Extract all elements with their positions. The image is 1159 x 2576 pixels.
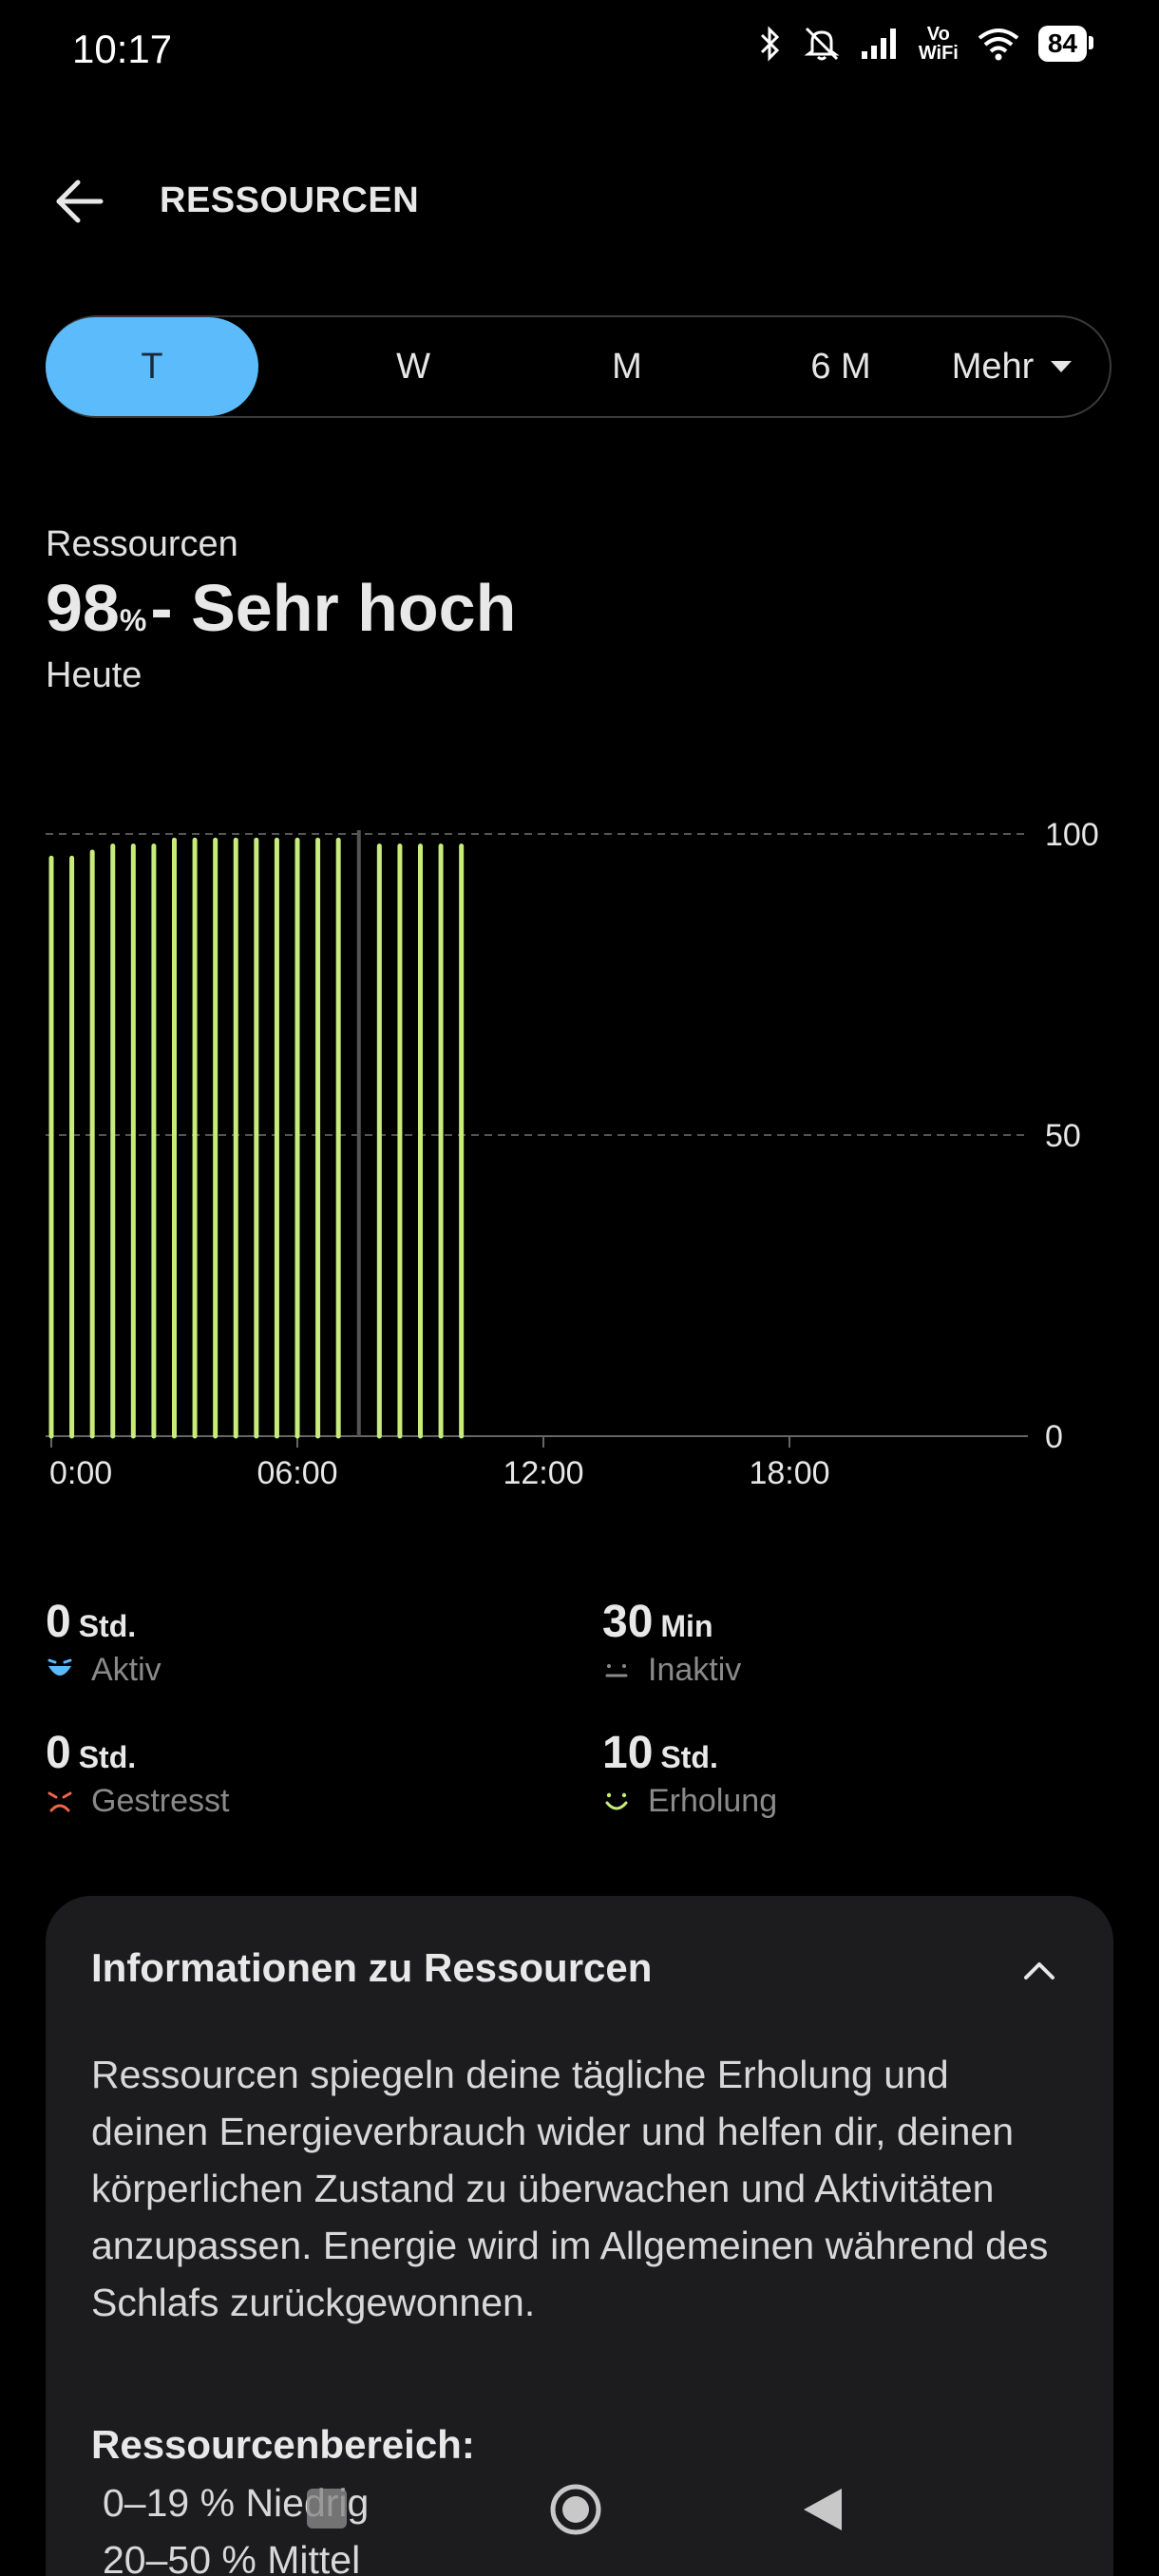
resources-screen: 10:17 Vo WiFi 84 RESSOURCEN T W M 6 M Me… xyxy=(0,0,1159,2576)
period-selector: T W M 6 M Mehr xyxy=(46,315,1112,418)
info-card: Informationen zu Ressourcen Ressourcen s… xyxy=(46,1896,1113,2576)
chevron-up-icon[interactable] xyxy=(1018,1949,1060,1991)
caret-down-icon xyxy=(1051,361,1073,372)
tab-week[interactable]: W xyxy=(304,317,522,416)
x-tick-label: 0:00 xyxy=(49,1455,112,1491)
bluetooth-icon xyxy=(760,26,779,62)
stressed-face-icon xyxy=(48,1791,72,1811)
range-medium: 20–50 % Mittel xyxy=(103,2538,361,2576)
stat-inactive-value: 30 Min xyxy=(602,1597,713,1647)
inactive-face-icon xyxy=(605,1663,628,1676)
tab-day[interactable]: T xyxy=(46,317,258,416)
battery-icon: 84 xyxy=(1037,26,1094,62)
status-bar: 10:17 Vo WiFi 84 xyxy=(0,0,1159,104)
stat-inactive-label: Inaktiv xyxy=(648,1652,742,1688)
stat-stressed-value: 0 Std. xyxy=(46,1728,137,1778)
home-icon[interactable] xyxy=(549,2483,602,2536)
x-tick-label: 12:00 xyxy=(503,1455,583,1491)
summary-label: Ressourcen xyxy=(46,524,238,564)
tab-month[interactable]: M xyxy=(518,317,736,416)
stat-active-label: Aktiv xyxy=(91,1652,162,1688)
resources-chart: 100 50 0 0:00 06:00 12:00 18:00 xyxy=(46,817,1099,1491)
summary-unit: % xyxy=(119,603,147,637)
stat-recovery-label: Erholung xyxy=(648,1783,778,1819)
x-tick-label: 18:00 xyxy=(749,1455,829,1491)
stat-active: 0 Std. Aktiv xyxy=(46,1596,162,1689)
stat-active-value: 0 Std. xyxy=(46,1597,137,1647)
y-tick-label: 100 xyxy=(1045,817,1099,853)
tab-more-label: Mehr xyxy=(951,347,1035,387)
back-button[interactable] xyxy=(49,171,110,232)
stat-recovery: 10 Std. Erholung xyxy=(602,1727,777,1820)
muted-bell-icon xyxy=(804,27,840,61)
y-tick-label: 50 xyxy=(1045,1118,1081,1154)
wifi-icon xyxy=(978,28,1019,61)
summary-date: Heute xyxy=(46,655,142,695)
y-tick-label: 0 xyxy=(1045,1419,1063,1455)
summary-value: 98 % - Sehr hoch xyxy=(46,570,516,646)
vowifi-icon: Vo WiFi xyxy=(918,24,959,64)
tab-more[interactable]: Mehr xyxy=(912,317,1112,416)
stat-stressed: 0 Std. Gestresst xyxy=(46,1727,229,1820)
signal-icon xyxy=(861,28,896,59)
range-title: Ressourcenbereich: xyxy=(91,2422,475,2467)
status-time: 10:17 xyxy=(72,27,173,71)
stat-stressed-label: Gestresst xyxy=(91,1783,230,1819)
x-tick-label: 06:00 xyxy=(256,1455,337,1491)
summary-percent: 98 xyxy=(46,571,120,645)
info-card-body: Ressourcen spiegeln deine tägliche Erhol… xyxy=(91,2053,1049,2324)
recovery-face-icon xyxy=(605,1792,628,1809)
back-triangle-icon[interactable] xyxy=(798,2483,847,2536)
stat-recovery-value: 10 Std. xyxy=(602,1728,718,1778)
active-face-icon xyxy=(48,1658,72,1676)
stat-inactive: 30 Min Inaktiv xyxy=(602,1596,741,1689)
status-icons: Vo WiFi 84 xyxy=(755,24,1094,64)
recent-apps-icon[interactable] xyxy=(307,2489,347,2529)
page-title: RESSOURCEN xyxy=(160,180,420,220)
info-card-title: Informationen zu Ressourcen xyxy=(91,1945,653,1990)
summary-level: - Sehr hoch xyxy=(150,571,517,645)
